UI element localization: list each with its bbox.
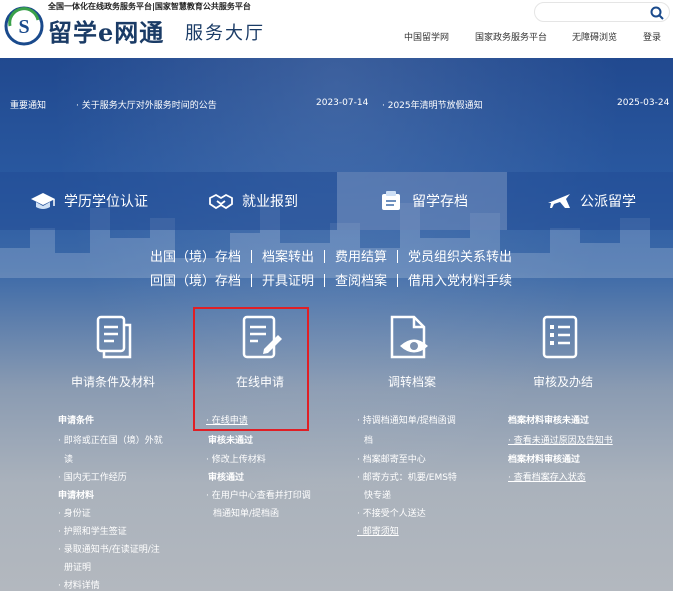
list-item: · 即将或正在国（境）外就 xyxy=(58,436,163,446)
notice-item-title[interactable]: · 关于服务大厅对外服务时间的公告 xyxy=(76,98,217,111)
handshake-icon xyxy=(209,193,233,210)
list-item: · 国内无工作经历 xyxy=(58,473,127,483)
archive-folder-icon xyxy=(382,191,400,210)
tab-label: 留学存档 xyxy=(412,194,468,210)
site-title[interactable]: 留学e网通 xyxy=(48,13,164,48)
submenu-item-borrow-party-materials[interactable]: 借用入党材料手续 xyxy=(408,274,512,289)
nav-link-gov-service[interactable]: 国家政务服务平台 xyxy=(475,30,547,43)
feature-label-requirements[interactable]: 申请条件及材料 xyxy=(71,373,155,390)
tab-government-sponsored-study[interactable]: 公派留学 xyxy=(546,172,636,230)
airplane-icon xyxy=(548,194,570,208)
list-heading: 审核通过 xyxy=(208,473,245,483)
view-rejection-reason-link[interactable]: · 查看未通过原因及告知书 xyxy=(508,433,613,446)
list-item: 快专递 xyxy=(364,491,392,501)
nav-link-cscse[interactable]: 中国留学网 xyxy=(404,30,449,43)
online-application-link[interactable]: · 在线申请 xyxy=(206,413,248,426)
tab-degree-certification[interactable]: 学历学位认证 xyxy=(30,172,148,230)
mailing-notice-link[interactable]: · 邮寄须知 xyxy=(357,524,399,537)
tab-label: 学历学位认证 xyxy=(64,194,148,210)
list-item: · 不接受个人送达 xyxy=(357,509,426,519)
notice-item-date: 2023-07-14 xyxy=(316,98,369,108)
submenu-item-party-relation-transfer[interactable]: 党员组织关系转出 xyxy=(408,250,512,265)
tab-employment-registration[interactable]: 就业报到 xyxy=(208,172,298,230)
notice-item-date: 2025-03-24 xyxy=(617,98,670,108)
submenu-row: 出国（境）存档 档案转出 费用结算 党员组织关系转出 xyxy=(150,246,512,265)
submenu-item-archive-transfer[interactable]: 档案转出 xyxy=(262,250,314,265)
notice-label: 重要通知 xyxy=(10,101,47,111)
list-item: 读 xyxy=(64,455,74,465)
tab-label: 公派留学 xyxy=(580,194,636,210)
list-heading: 申请材料 xyxy=(58,491,95,501)
submenu-item-return-archive[interactable]: 回国（境）存档 xyxy=(150,274,241,289)
list-item: · 修改上传材料 xyxy=(206,455,266,465)
site-logo-icon[interactable]: S xyxy=(4,6,44,46)
submenu-item-fee-settlement[interactable]: 费用结算 xyxy=(335,250,387,265)
search-input[interactable] xyxy=(534,2,670,22)
tab-study-abroad-archive[interactable]: 留学存档 xyxy=(378,172,468,230)
notice-item-title[interactable]: · 2025年清明节放假通知 xyxy=(382,98,483,111)
list-item: · 邮寄方式：机要/EMS特 xyxy=(357,473,457,483)
svg-text:S: S xyxy=(18,16,29,38)
nav-link-login[interactable]: 登录 xyxy=(643,30,661,43)
list-item: · 身份证 xyxy=(58,509,91,519)
documents-icon[interactable] xyxy=(88,313,134,361)
checklist-icon[interactable] xyxy=(538,313,584,361)
graduation-cap-icon xyxy=(31,193,55,209)
tab-label: 就业报到 xyxy=(242,194,298,210)
list-item: 档 xyxy=(364,436,374,446)
feature-label-archive-transfer[interactable]: 调转档案 xyxy=(388,373,436,390)
list-heading: 审核未通过 xyxy=(208,436,254,446)
site-header: S 全国一体化在线政务服务平台|国家智慧教育公共服务平台 留学e网通 服务大厅 … xyxy=(0,0,673,58)
list-item: · 档案邮寄至中心 xyxy=(357,455,426,465)
nav-link-accessibility[interactable]: 无障碍浏览 xyxy=(572,30,617,43)
submenu-item-view-archive[interactable]: 查阅档案 xyxy=(335,274,387,289)
list-item: 档通知单/提档函 xyxy=(213,509,280,519)
site-subtitle: 服务大厅 xyxy=(185,23,265,44)
submenu-row: 回国（境）存档 开具证明 查阅档案 借用入党材料手续 xyxy=(150,270,512,289)
list-item: · 持调档通知单/提档函调 xyxy=(357,416,456,426)
submenu-item-outbound-archive[interactable]: 出国（境）存档 xyxy=(150,250,241,265)
list-item: · 在用户中心查看并打印调 xyxy=(206,491,311,501)
list-item: · 录取通知书/在读证明/注 xyxy=(58,545,160,555)
materials-detail-link[interactable]: · 材料详情 xyxy=(58,578,100,591)
feature-label-review-completion[interactable]: 审核及办结 xyxy=(533,373,593,390)
document-eye-icon[interactable] xyxy=(386,313,432,361)
list-heading: 档案材料审核未通过 xyxy=(508,416,590,426)
list-heading: 申请条件 xyxy=(58,416,95,426)
list-item: 册证明 xyxy=(64,563,92,573)
search-icon[interactable] xyxy=(649,5,665,21)
submenu-item-issue-certificate[interactable]: 开具证明 xyxy=(262,274,314,289)
view-archive-status-link[interactable]: · 查看档案存入状态 xyxy=(508,470,586,483)
list-item: · 护照和学生签证 xyxy=(58,527,127,537)
list-heading: 档案材料审核通过 xyxy=(508,455,581,465)
platform-tagline: 全国一体化在线政务服务平台|国家智慧教育公共服务平台 xyxy=(48,2,251,11)
